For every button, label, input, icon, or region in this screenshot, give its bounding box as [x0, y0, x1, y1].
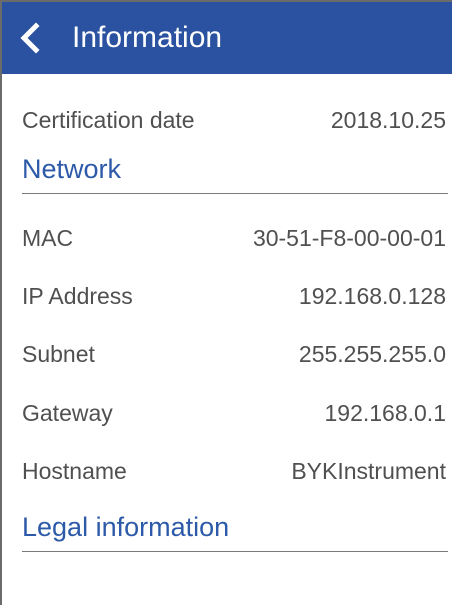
page-title: Information: [72, 21, 223, 54]
gateway-value: 192.168.0.1: [324, 399, 446, 426]
section-legal-information-label: Legal information: [22, 512, 230, 542]
gateway-label: Gateway: [22, 399, 113, 426]
hostname-value: BYKInstrument: [291, 457, 446, 484]
back-button[interactable]: [2, 2, 58, 74]
subnet-value: 255.255.255.0: [298, 340, 446, 367]
certification-date-label: Certification date: [22, 106, 195, 133]
certification-date-row: Certification date 2018.10.25: [22, 100, 446, 140]
information-screen: Information Certification date 2018.10.2…: [0, 0, 452, 605]
ip-address-value: 192.168.0.128: [298, 282, 446, 309]
header-bar: Information: [2, 2, 452, 74]
mac-label: MAC: [22, 224, 74, 251]
chevron-left-icon: [20, 22, 40, 54]
section-legal-information-heading[interactable]: Legal information: [22, 506, 448, 552]
network-row-ip-address: IP Address 192.168.0.128: [22, 276, 446, 316]
ip-address-label: IP Address: [22, 282, 133, 309]
hostname-label: Hostname: [22, 457, 127, 484]
section-network-label: Network: [22, 154, 122, 184]
network-row-mac: MAC 30-51-F8-00-00-01: [22, 218, 446, 258]
network-row-hostname: Hostname BYKInstrument: [22, 451, 446, 491]
subnet-label: Subnet: [22, 340, 95, 367]
network-row-subnet: Subnet 255.255.255.0: [22, 334, 446, 374]
mac-value: 30-51-F8-00-00-01: [252, 224, 446, 251]
network-row-gateway: Gateway 192.168.0.1: [22, 393, 446, 433]
section-network-heading: Network: [22, 148, 448, 194]
certification-date-value: 2018.10.25: [330, 106, 446, 133]
